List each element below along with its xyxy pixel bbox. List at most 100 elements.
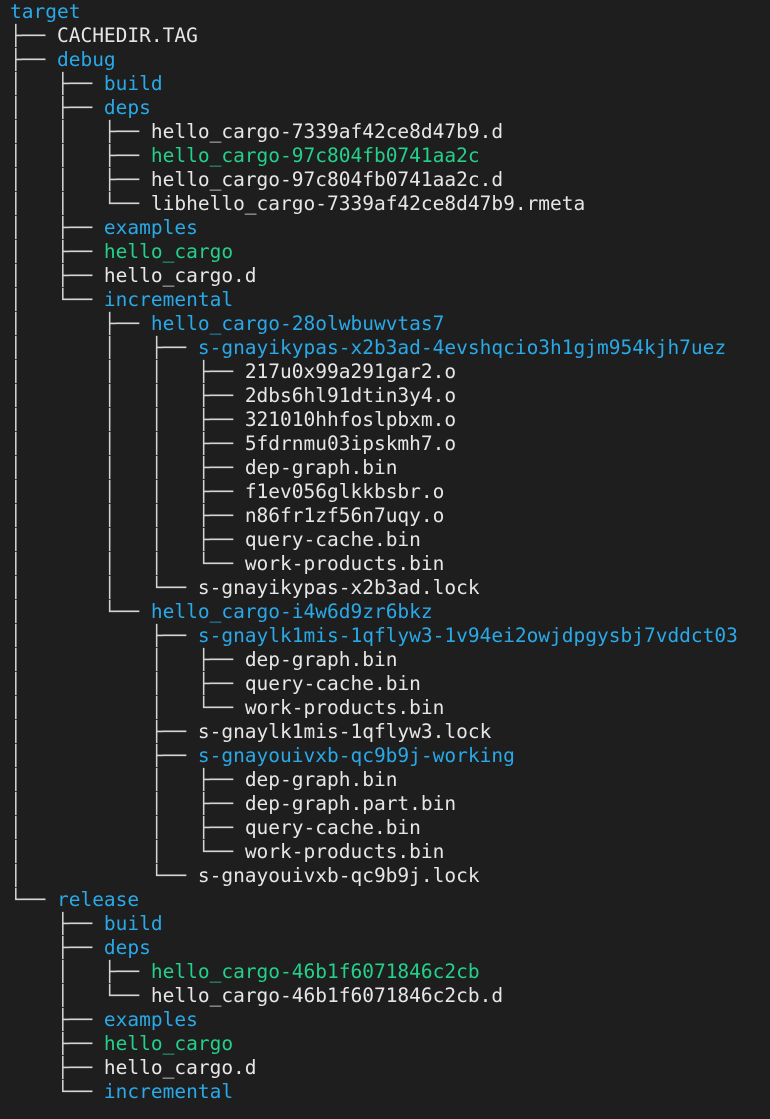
tree-row-directory: │ ├── hello_cargo-28olwbuwvtas7: [10, 312, 770, 336]
directory-name: s-gnayikypas-x2b3ad-4evshqcio3h1gjm954kj…: [197, 336, 727, 359]
tree-row-file: │ │ │ ├── 5fdrnmu03ipskmh7.o: [10, 432, 770, 456]
file-name: s-gnayouivxb-qc9b9j.lock: [197, 864, 480, 887]
tree-row-executable: ├── hello_cargo: [10, 1032, 770, 1056]
tree-branch-lines: │ │ ├──: [10, 336, 198, 359]
tree-branch-lines: │ ├──: [10, 264, 104, 287]
file-name: f1ev056glkkbsbr.o: [244, 480, 445, 503]
tree-branch-lines: │ ├──: [10, 216, 104, 239]
tree-branch-lines: │ │ └──: [10, 576, 198, 599]
tree-branch-lines: │ │ │ ├──: [10, 504, 245, 527]
file-name: work-products.bin: [244, 552, 445, 575]
file-name: dep-graph.bin: [244, 648, 398, 671]
directory-name: deps: [103, 96, 151, 119]
executable-name: hello_cargo-97c804fb0741aa2c: [150, 144, 480, 167]
tree-branch-lines: │ └──: [10, 984, 151, 1007]
directory-name: hello_cargo-28olwbuwvtas7: [150, 312, 445, 335]
tree-branch-lines: ├──: [10, 1032, 104, 1055]
file-name: work-products.bin: [244, 840, 445, 863]
tree-branch-lines: │ │ ├──: [10, 672, 245, 695]
directory-name: hello_cargo-i4w6d9zr6bkz: [150, 600, 433, 623]
tree-row-file: │ │ ├── hello_cargo-97c804fb0741aa2c.d: [10, 168, 770, 192]
tree-branch-lines: │ │ │ ├──: [10, 528, 245, 551]
tree-row-file: │ │ └── s-gnayikypas-x2b3ad.lock: [10, 576, 770, 600]
tree-branch-lines: │ │ │ └──: [10, 552, 245, 575]
directory-name: s-gnaylk1mis-1qflyw3-1v94ei2owjdpgysbj7v…: [197, 624, 738, 647]
tree-branch-lines: │ ├──: [10, 960, 151, 983]
tree-row-directory: │ └── incremental: [10, 288, 770, 312]
tree-branch-lines: │ ├──: [10, 96, 104, 119]
tree-branch-lines: │ ├──: [10, 312, 151, 335]
tree-row-file: ├── CACHEDIR.TAG: [10, 24, 770, 48]
file-name: hello_cargo.d: [103, 1056, 257, 1079]
tree-row-file: │ │ ├── dep-graph.bin: [10, 768, 770, 792]
tree-row-executable: │ ├── hello_cargo-46b1f6071846c2cb: [10, 960, 770, 984]
tree-branch-lines: │ │ └──: [10, 840, 245, 863]
tree-branch-lines: ├──: [10, 48, 57, 71]
tree-row-directory: │ ├── s-gnaylk1mis-1qflyw3-1v94ei2owjdpg…: [10, 624, 770, 648]
directory-name: s-gnayouivxb-qc9b9j-working: [197, 744, 515, 767]
file-name: 321010hhfoslpbxm.o: [244, 408, 457, 431]
file-name: hello_cargo-97c804fb0741aa2c.d: [150, 168, 504, 191]
tree-row-directory: ├── examples: [10, 1008, 770, 1032]
tree-row-file: │ │ └── libhello_cargo-7339af42ce8d47b9.…: [10, 192, 770, 216]
file-name: dep-graph.bin: [244, 456, 398, 479]
directory-name: release: [56, 888, 140, 911]
tree-branch-lines: │ │ │ ├──: [10, 408, 245, 431]
tree-branch-lines: │ │ └──: [10, 696, 245, 719]
file-name: s-gnaylk1mis-1qflyw3.lock: [197, 720, 492, 743]
tree-row-file: │ │ └── work-products.bin: [10, 696, 770, 720]
tree-branch-lines: │ │ ├──: [10, 792, 245, 815]
file-name: work-products.bin: [244, 696, 445, 719]
executable-name: hello_cargo: [103, 240, 234, 263]
tree-row-executable: │ │ ├── hello_cargo-97c804fb0741aa2c: [10, 144, 770, 168]
directory-name: build: [103, 912, 163, 935]
tree-row-directory: │ └── hello_cargo-i4w6d9zr6bkz: [10, 600, 770, 624]
tree-branch-lines: │ │ ├──: [10, 768, 245, 791]
tree-row-file: │ │ └── work-products.bin: [10, 840, 770, 864]
tree-row-file: │ │ │ └── work-products.bin: [10, 552, 770, 576]
tree-row-directory: target: [10, 0, 770, 24]
directory-name: deps: [103, 936, 151, 959]
file-name: s-gnayikypas-x2b3ad.lock: [197, 576, 480, 599]
tree-branch-lines: ├──: [10, 912, 104, 935]
file-name: hello_cargo-7339af42ce8d47b9.d: [150, 120, 504, 143]
file-name: 5fdrnmu03ipskmh7.o: [244, 432, 457, 455]
tree-row-file: │ │ │ ├── 2dbs6hl91dtin3y4.o: [10, 384, 770, 408]
tree-branch-lines: │ ├──: [10, 624, 198, 647]
tree-row-file: │ ├── hello_cargo.d: [10, 264, 770, 288]
tree-branch-lines: │ └──: [10, 864, 198, 887]
terminal-output: target ├── CACHEDIR.TAG ├── debug │ ├── bui…: [10, 0, 770, 1104]
tree-row-file: │ └── s-gnayouivxb-qc9b9j.lock: [10, 864, 770, 888]
tree-row-file: │ ├── s-gnaylk1mis-1qflyw3.lock: [10, 720, 770, 744]
file-name: dep-graph.part.bin: [244, 792, 457, 815]
file-name: 2dbs6hl91dtin3y4.o: [244, 384, 457, 407]
tree-branch-lines: │ ├──: [10, 744, 198, 767]
file-name: hello_cargo.d: [103, 264, 257, 287]
tree-row-executable: │ ├── hello_cargo: [10, 240, 770, 264]
directory-name: build: [103, 72, 163, 95]
tree-row-file: │ │ ├── query-cache.bin: [10, 816, 770, 840]
directory-name: target: [10, 0, 81, 23]
file-name: dep-graph.bin: [244, 768, 398, 791]
file-name: hello_cargo-46b1f6071846c2cb.d: [150, 984, 504, 1007]
tree-row-directory: │ ├── s-gnayouivxb-qc9b9j-working: [10, 744, 770, 768]
tree-row-file: │ └── hello_cargo-46b1f6071846c2cb.d: [10, 984, 770, 1008]
tree-row-directory: ├── deps: [10, 936, 770, 960]
tree-row-file: │ │ │ ├── dep-graph.bin: [10, 456, 770, 480]
directory-tree: target ├── CACHEDIR.TAG ├── debug │ ├── bui…: [10, 0, 770, 1104]
executable-name: hello_cargo-46b1f6071846c2cb: [150, 960, 480, 983]
tree-branch-lines: │ │ ├──: [10, 144, 151, 167]
tree-branch-lines: └──: [10, 1080, 104, 1103]
tree-branch-lines: ├──: [10, 1056, 104, 1079]
directory-name: incremental: [103, 288, 234, 311]
tree-row-file: │ │ │ ├── n86fr1zf56n7uqy.o: [10, 504, 770, 528]
tree-row-directory: │ ├── examples: [10, 216, 770, 240]
tree-branch-lines: │ │ │ ├──: [10, 480, 245, 503]
file-name: query-cache.bin: [244, 816, 421, 839]
tree-branch-lines: │ ├──: [10, 240, 104, 263]
tree-branch-lines: │ │ ├──: [10, 168, 151, 191]
tree-branch-lines: │ └──: [10, 288, 104, 311]
tree-row-directory: └── incremental: [10, 1080, 770, 1104]
tree-branch-lines: │ │ ├──: [10, 648, 245, 671]
tree-row-file: │ │ │ ├── query-cache.bin: [10, 528, 770, 552]
